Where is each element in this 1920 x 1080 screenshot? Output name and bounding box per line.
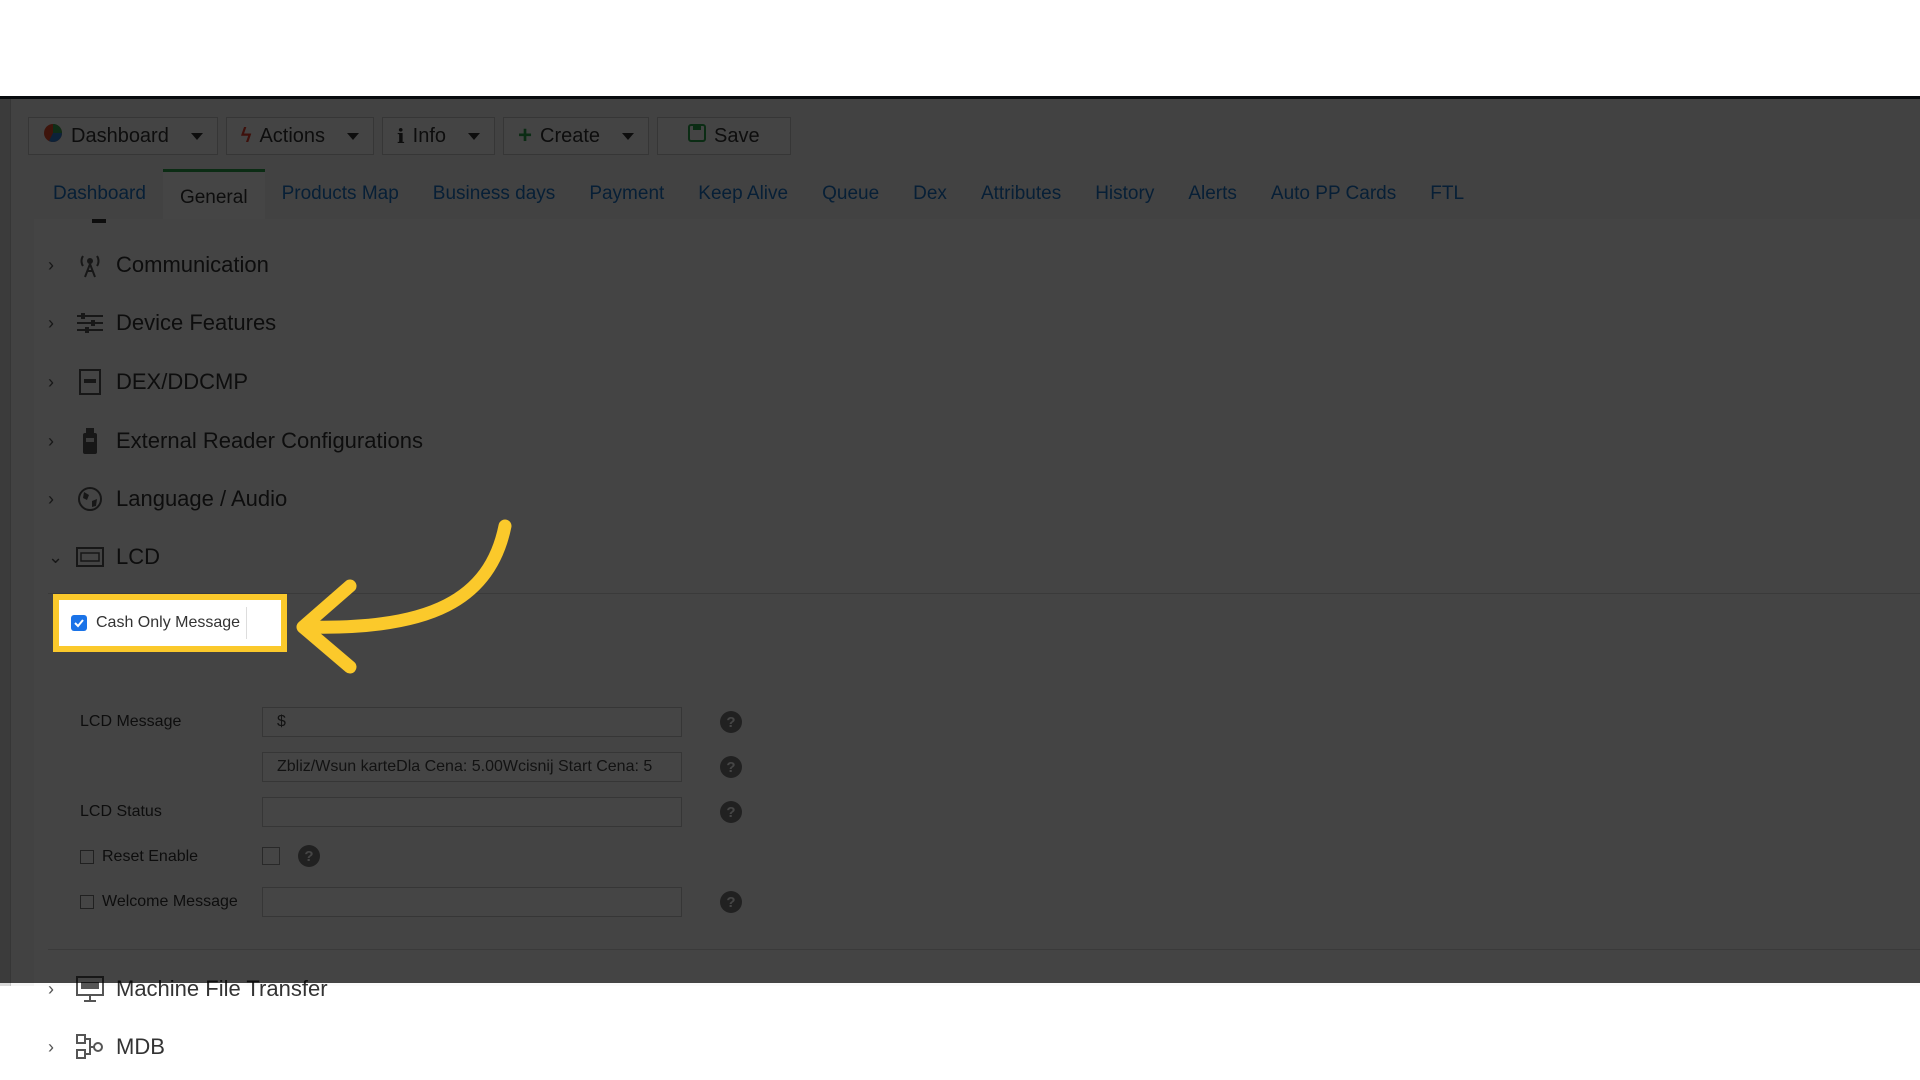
- pointer-arrow-icon: [296, 519, 512, 674]
